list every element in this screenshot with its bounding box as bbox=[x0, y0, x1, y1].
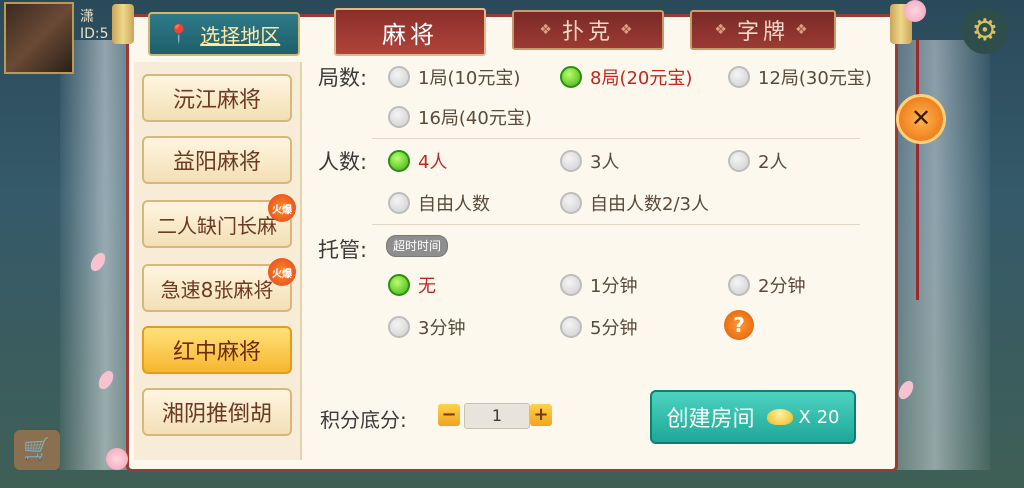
option-label: 自由人数 bbox=[418, 194, 490, 215]
radio-icon bbox=[728, 274, 750, 296]
close-icon[interactable]: ✕ bbox=[896, 94, 946, 144]
sidebar-item-erren[interactable]: 二人缺门长麻 火爆 bbox=[142, 194, 296, 248]
autoplay-label: 托管: bbox=[318, 238, 368, 262]
radio-icon bbox=[388, 106, 410, 128]
radio-icon bbox=[728, 150, 750, 172]
players-option-free[interactable]: 自由人数 bbox=[388, 190, 490, 216]
sidebar-item-jisu[interactable]: 急速8张麻将 火爆 bbox=[142, 258, 296, 312]
radio-icon bbox=[388, 66, 410, 88]
scroll-rod-left bbox=[112, 4, 134, 44]
tab-poker[interactable]: ❖ 扑克 ❖ bbox=[512, 10, 664, 50]
hanging-rope bbox=[916, 40, 919, 300]
autoplay-option-none[interactable]: 无 bbox=[388, 272, 436, 298]
radio-selected-icon bbox=[388, 274, 410, 296]
option-label: 12局(30元宝) bbox=[758, 68, 872, 89]
sidebar-item-label: 急速8张麻将 bbox=[160, 277, 274, 302]
sidebar-item-yuanjiang[interactable]: 沅江麻将 bbox=[142, 74, 292, 122]
gear-icon[interactable]: ⚙ bbox=[962, 8, 1008, 54]
sidebar-item-label: 益阳麻将 bbox=[172, 150, 261, 175]
players-option-2[interactable]: 2人 bbox=[728, 148, 787, 174]
players-option-4[interactable]: 4人 bbox=[388, 148, 447, 174]
autoplay-option-2min[interactable]: 2分钟 bbox=[728, 272, 805, 298]
sidebar-item-label: 沅江麻将 bbox=[172, 88, 261, 113]
create-room-label: 创建房间 bbox=[666, 407, 755, 432]
option-label: 8局(20元宝) bbox=[590, 68, 693, 89]
select-region-button[interactable]: 📍 选择地区 bbox=[148, 12, 300, 56]
tab-poker-label: 扑克 bbox=[561, 20, 614, 45]
option-label: 3分钟 bbox=[418, 318, 466, 339]
rounds-option-1[interactable]: 1局(10元宝) bbox=[388, 64, 520, 90]
players-option-free-2-3[interactable]: 自由人数2/3人 bbox=[560, 190, 709, 216]
select-region-label: 选择地区 bbox=[200, 23, 281, 48]
option-label: 1分钟 bbox=[590, 276, 638, 297]
sidebar-item-xiangyin[interactable]: 湘阴推倒胡 bbox=[142, 388, 292, 436]
option-label: 4人 bbox=[418, 152, 448, 173]
tab-ornament-icon: ❖ bbox=[539, 22, 556, 38]
radio-selected-icon bbox=[560, 66, 582, 88]
blossom-icon bbox=[904, 0, 926, 22]
autoplay-option-3min[interactable]: 3分钟 bbox=[388, 314, 465, 340]
autoplay-option-1min[interactable]: 1分钟 bbox=[560, 272, 637, 298]
sidebar-item-label: 二人缺门长麻 bbox=[157, 213, 277, 238]
rounds-option-16[interactable]: 16局(40元宝) bbox=[388, 104, 532, 130]
option-label: 5分钟 bbox=[590, 318, 638, 339]
create-room-button[interactable]: 创建房间 X 20 bbox=[650, 390, 856, 444]
option-label: 2分钟 bbox=[758, 276, 806, 297]
shop-cart-icon[interactable]: 🛒 bbox=[14, 430, 60, 470]
create-room-cost: X 20 bbox=[798, 406, 840, 428]
option-label: 16局(40元宝) bbox=[418, 108, 532, 129]
tab-ornament-icon: ❖ bbox=[795, 22, 812, 38]
tab-zipai-label: 字牌 bbox=[736, 20, 789, 45]
tab-ornament-icon: ❖ bbox=[714, 22, 731, 38]
avatar-name: 潇 ID:5 bbox=[80, 9, 109, 42]
radio-icon bbox=[388, 316, 410, 338]
divider bbox=[372, 224, 860, 225]
hot-badge: 火爆 bbox=[268, 194, 296, 222]
game-list-sidebar[interactable]: 沅江麻将 益阳麻将 二人缺门长麻 火爆 急速8张麻将 火爆 红中麻将 湘阴推倒胡 bbox=[134, 62, 302, 460]
radio-icon bbox=[728, 66, 750, 88]
rounds-label: 局数: bbox=[318, 66, 368, 90]
blossom-icon bbox=[106, 448, 128, 470]
divider bbox=[372, 138, 860, 139]
rounds-option-8[interactable]: 8局(20元宝) bbox=[560, 64, 692, 90]
option-label: 无 bbox=[418, 276, 436, 297]
option-label: 3人 bbox=[590, 152, 620, 173]
autoplay-option-5min[interactable]: 5分钟 bbox=[560, 314, 637, 340]
radio-selected-icon bbox=[388, 150, 410, 172]
base-score-label: 积分底分: bbox=[320, 408, 407, 432]
sidebar-item-label: 湘阴推倒胡 bbox=[161, 402, 272, 427]
tab-ornament-icon: ❖ bbox=[620, 22, 637, 38]
tab-mahjong[interactable]: 麻将 bbox=[334, 8, 486, 56]
option-label: 2人 bbox=[758, 152, 788, 173]
rounds-option-12[interactable]: 12局(30元宝) bbox=[728, 64, 872, 90]
tab-zipai[interactable]: ❖ 字牌 ❖ bbox=[690, 10, 836, 50]
sidebar-item-yiyang[interactable]: 益阳麻将 bbox=[142, 136, 292, 184]
sidebar-item-hongzhong[interactable]: 红中麻将 bbox=[142, 326, 292, 374]
players-option-3[interactable]: 3人 bbox=[560, 148, 619, 174]
radio-icon bbox=[560, 274, 582, 296]
timeout-badge: 超时时间 bbox=[386, 235, 449, 257]
help-icon[interactable]: ? bbox=[724, 310, 754, 340]
option-label: 自由人数2/3人 bbox=[590, 194, 709, 215]
radio-icon bbox=[388, 192, 410, 214]
radio-icon bbox=[560, 192, 582, 214]
location-pin-icon: 📍 bbox=[167, 23, 191, 45]
hot-badge: 火爆 bbox=[268, 258, 296, 286]
score-decrease-button[interactable]: − bbox=[438, 404, 460, 426]
score-increase-button[interactable]: + bbox=[530, 404, 552, 426]
tab-mahjong-label: 麻将 bbox=[382, 20, 438, 49]
option-label: 1局(10元宝) bbox=[418, 68, 521, 89]
radio-icon bbox=[560, 150, 582, 172]
gold-ingot-icon bbox=[766, 409, 793, 425]
players-label: 人数: bbox=[318, 150, 368, 174]
sidebar-item-label: 红中麻将 bbox=[172, 340, 261, 365]
score-value: 1 bbox=[464, 403, 530, 429]
avatar[interactable] bbox=[4, 2, 74, 74]
radio-icon bbox=[560, 316, 582, 338]
